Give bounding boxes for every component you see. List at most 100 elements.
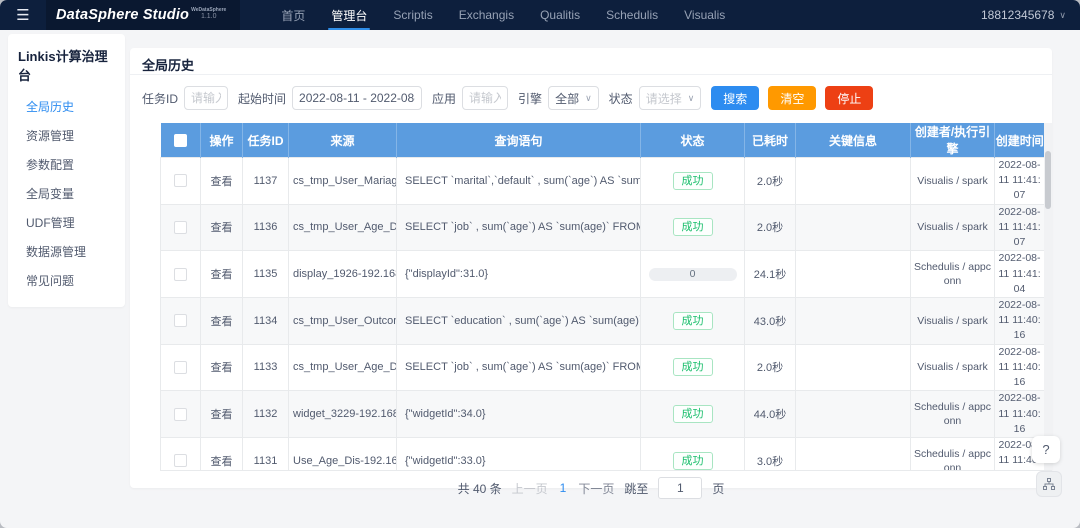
header-select-all — [161, 123, 201, 158]
user-menu[interactable]: 18812345678 ∨ — [981, 8, 1066, 22]
page-unit-label: 页 — [712, 480, 724, 497]
app-window: ☰ DataSphere Studio WeDataSphere 1.1.0 首… — [0, 0, 1080, 528]
header-query: 查询语句 — [397, 123, 641, 158]
pagination-total: 共 40 条 — [458, 480, 502, 497]
progress-bar: 0 — [649, 268, 737, 281]
main-nav: 首页 管理台 Scriptis Exchangis Qualitis Sched… — [268, 0, 738, 30]
page-title: 全局历史 — [142, 58, 194, 73]
sidebar-item-global-variables[interactable]: 全局变量 — [8, 179, 125, 208]
view-link[interactable]: 查看 — [211, 269, 233, 281]
header-keyinfo: 关键信息 — [796, 123, 911, 158]
app-input[interactable] — [462, 86, 508, 110]
table-row: 查看 1133 cs_tmp_User_Age_Distri... SELECT… — [161, 344, 1045, 391]
chevron-down-icon: ∨ — [1059, 10, 1066, 21]
brand-logo[interactable]: DataSphere Studio WeDataSphere 1.1.0 — [46, 0, 240, 30]
engine-select[interactable]: 全部 ∨ — [548, 86, 599, 110]
header-op: 操作 — [201, 123, 243, 158]
brand-title: DataSphere Studio — [56, 7, 189, 23]
header-status: 状态 — [641, 123, 745, 158]
status-badge: 成功 — [673, 312, 713, 330]
nav-item-console[interactable]: 管理台 — [318, 0, 380, 30]
view-link[interactable]: 查看 — [211, 222, 233, 234]
date-range-input[interactable] — [292, 86, 422, 110]
select-all-checkbox[interactable] — [174, 134, 187, 147]
user-phone: 18812345678 — [981, 8, 1054, 22]
row-checkbox[interactable] — [174, 221, 187, 234]
filter-bar: 任务ID 起始时间 应用 引擎 全部 ∨ 状态 请选择 ∨ 搜索 清空 停止 — [130, 75, 1052, 121]
app-label: 应用 — [432, 90, 456, 107]
jump-to-label: 跳至 — [624, 480, 648, 497]
row-checkbox[interactable] — [174, 361, 187, 374]
view-link[interactable]: 查看 — [211, 176, 233, 188]
header-creator: 创建者/执行引擎 — [911, 123, 995, 158]
nav-item-qualitis[interactable]: Qualitis — [527, 0, 593, 30]
view-link[interactable]: 查看 — [211, 409, 233, 421]
sidebar-item-faq[interactable]: 常见问题 — [8, 266, 125, 295]
widget-button[interactable] — [1036, 471, 1062, 497]
nav-item-exchangis[interactable]: Exchangis — [446, 0, 527, 30]
help-button[interactable]: ? — [1032, 436, 1060, 463]
jump-page-input[interactable] — [658, 477, 702, 499]
chevron-down-icon: ∨ — [688, 93, 695, 104]
status-select[interactable]: 请选择 ∨ — [639, 86, 702, 110]
section-header: 全局历史 — [130, 48, 1052, 75]
table-header-row: 操作 任务ID 来源 查询语句 状态 已耗时 关键信息 创建者/执行引擎 创建时… — [161, 123, 1045, 158]
table-row: 查看 1132 widget_3229-192.168.2... {"widge… — [161, 391, 1045, 438]
status-badge: 成功 — [673, 218, 713, 236]
page-number-current[interactable]: 1 — [558, 481, 569, 495]
row-checkbox[interactable] — [174, 314, 187, 327]
active-tab-underline — [328, 28, 370, 30]
row-checkbox[interactable] — [174, 268, 187, 281]
nav-item-schedulis[interactable]: Schedulis — [593, 0, 671, 30]
header-task-id: 任务ID — [243, 123, 289, 158]
search-button[interactable]: 搜索 — [711, 86, 759, 110]
sidebar-title: Linkis计算治理台 — [8, 44, 125, 92]
question-mark-icon: ? — [1042, 442, 1049, 457]
clear-button[interactable]: 清空 — [768, 86, 816, 110]
sidebar-item-datasource-management[interactable]: 数据源管理 — [8, 237, 125, 266]
history-table: 操作 任务ID 来源 查询语句 状态 已耗时 关键信息 创建者/执行引擎 创建时… — [160, 123, 1045, 471]
hamburger-icon[interactable]: ☰ — [0, 6, 46, 24]
task-id-label: 任务ID — [142, 90, 178, 107]
sidebar-item-global-history[interactable]: 全局历史 — [8, 92, 125, 121]
status-badge: 成功 — [673, 452, 713, 470]
row-checkbox[interactable] — [174, 408, 187, 421]
chevron-down-icon: ∨ — [585, 93, 592, 104]
view-link[interactable]: 查看 — [211, 362, 233, 374]
start-time-label: 起始时间 — [238, 90, 286, 107]
sidebar-item-resource-management[interactable]: 资源管理 — [8, 121, 125, 150]
table-row: 查看 1134 cs_tmp_User_Outcome_... SELECT `… — [161, 297, 1045, 344]
table-row: 查看 1136 cs_tmp_User_Age_Distri... SELECT… — [161, 204, 1045, 251]
sidebar-item-parameter-config[interactable]: 参数配置 — [8, 150, 125, 179]
nav-item-visualis[interactable]: Visualis — [671, 0, 738, 30]
top-navbar: ☰ DataSphere Studio WeDataSphere 1.1.0 首… — [0, 0, 1080, 30]
table-row: 查看 1131 Use_Age_Dis-192.168.2... {"widge… — [161, 437, 1045, 471]
row-checkbox[interactable] — [174, 174, 187, 187]
brand-superscript: WeDataSphere 1.1.0 — [191, 7, 226, 20]
table-row: 查看 1135 display_1926-192.168.2... {"disp… — [161, 251, 1045, 298]
sitemap-icon — [1043, 478, 1055, 490]
table-row: 查看 1137 cs_tmp_User_Mariage_rs... SELECT… — [161, 158, 1045, 205]
row-checkbox[interactable] — [174, 454, 187, 467]
view-link[interactable]: 查看 — [211, 316, 233, 328]
next-page-button[interactable]: 下一页 — [578, 480, 614, 497]
nav-item-home[interactable]: 首页 — [268, 0, 318, 30]
view-link[interactable]: 查看 — [211, 456, 233, 468]
pagination: 共 40 条 上一页 1 下一页 跳至 页 — [130, 471, 1052, 505]
header-created: 创建时间 — [995, 123, 1045, 158]
header-elapsed: 已耗时 — [745, 123, 796, 158]
task-id-input[interactable] — [184, 86, 228, 110]
status-label: 状态 — [609, 90, 633, 107]
engine-label: 引擎 — [518, 90, 542, 107]
status-badge: 成功 — [673, 405, 713, 423]
table-scrollbar[interactable] — [1044, 123, 1052, 471]
scrollbar-thumb[interactable] — [1045, 151, 1051, 209]
stop-button[interactable]: 停止 — [825, 86, 873, 110]
status-badge: 成功 — [673, 358, 713, 376]
prev-page-button[interactable]: 上一页 — [512, 480, 548, 497]
nav-item-scriptis[interactable]: Scriptis — [380, 0, 445, 30]
history-table-container: 操作 任务ID 来源 查询语句 状态 已耗时 关键信息 创建者/执行引擎 创建时… — [160, 123, 1052, 471]
sidebar-item-udf-management[interactable]: UDF管理 — [8, 208, 125, 237]
main-panel: 全局历史 任务ID 起始时间 应用 引擎 全部 ∨ 状态 请选择 ∨ 搜索 清空… — [130, 48, 1052, 488]
sidebar: Linkis计算治理台 全局历史 资源管理 参数配置 全局变量 UDF管理 数据… — [8, 34, 125, 307]
